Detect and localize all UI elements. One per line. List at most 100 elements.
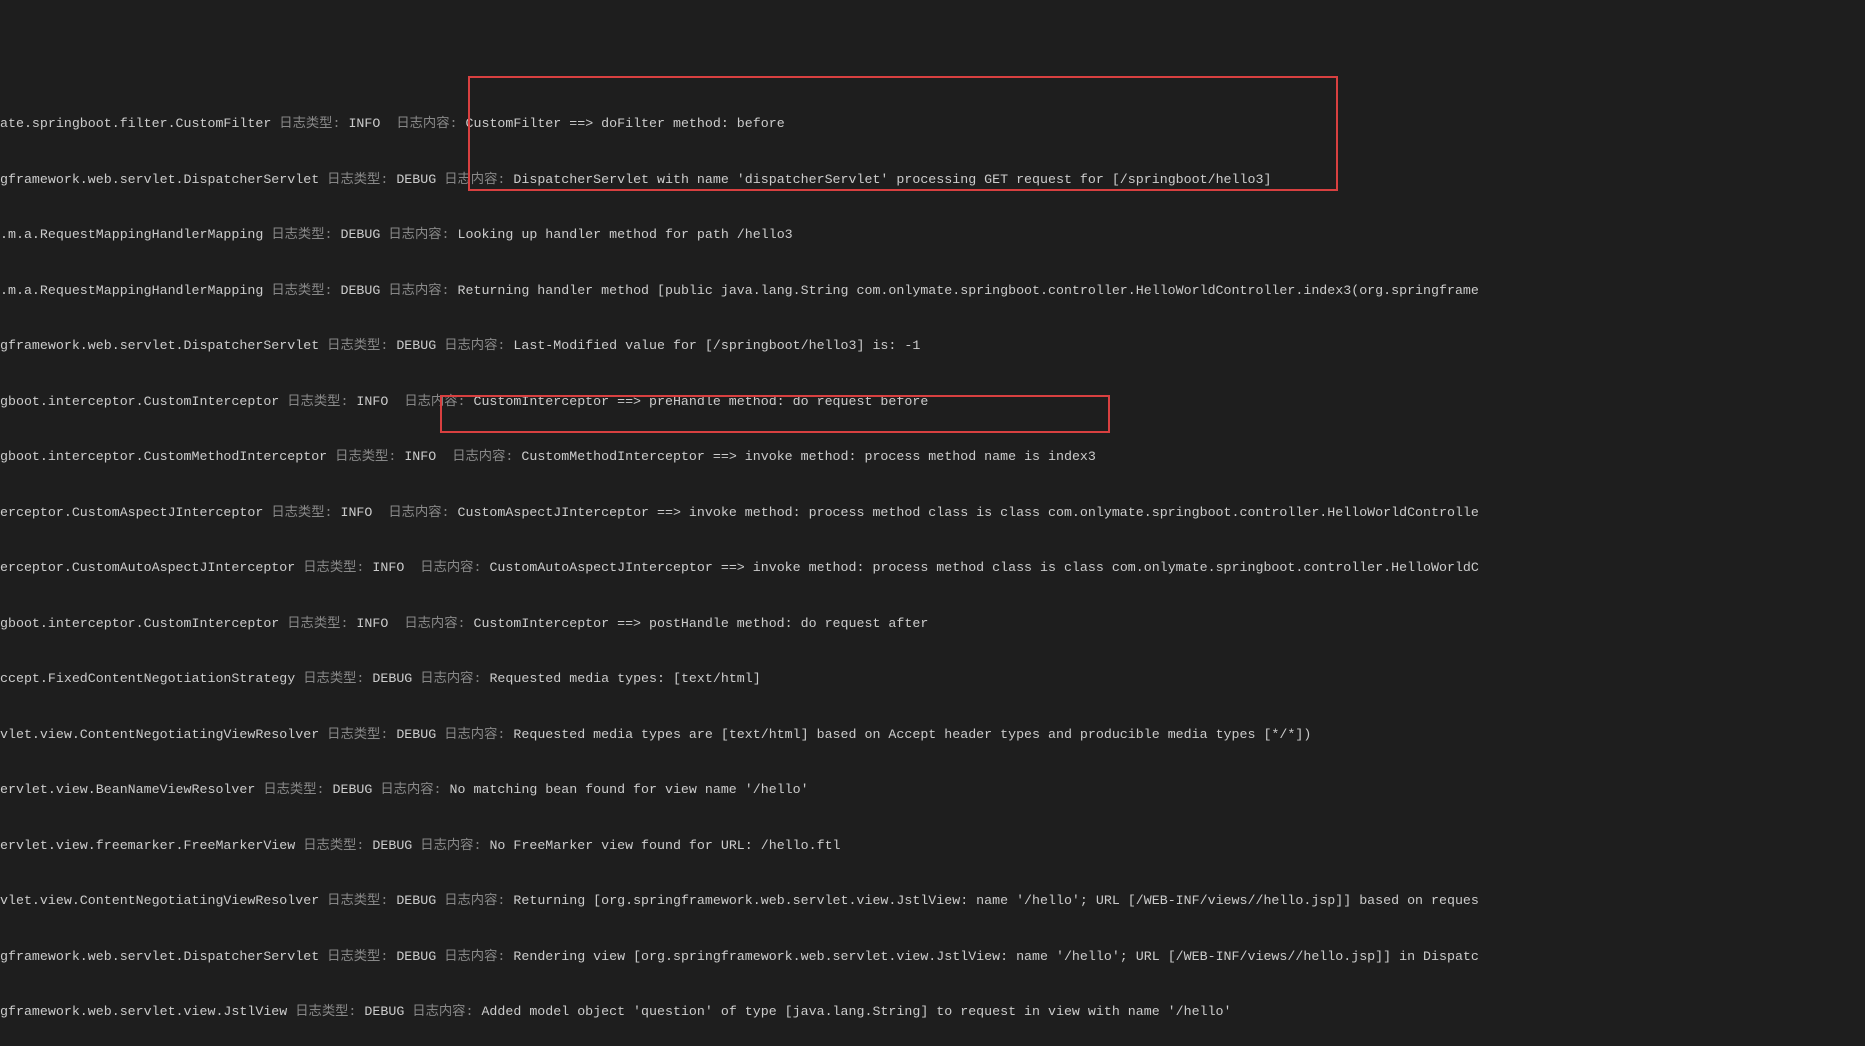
- log-content-label: 日志内容:: [420, 560, 481, 575]
- log-level: DEBUG: [332, 782, 372, 797]
- log-line: erceptor.CustomAspectJInterceptor 日志类型: …: [0, 504, 1865, 523]
- log-type-label: 日志类型:: [327, 727, 388, 742]
- log-line: gframework.web.servlet.view.JstlView 日志类…: [0, 1003, 1865, 1022]
- log-message: Last-Modified value for [/springboot/hel…: [513, 338, 920, 353]
- log-type-label: 日志类型:: [271, 283, 332, 298]
- log-line: gframework.web.servlet.DispatcherServlet…: [0, 171, 1865, 190]
- logger-name: ervlet.view.freemarker.FreeMarkerView: [0, 838, 295, 853]
- log-message: Returning handler method [public java.la…: [458, 283, 1479, 298]
- log-level: INFO: [404, 449, 444, 464]
- logger-name: gframework.web.servlet.view.JstlView: [0, 1004, 287, 1019]
- log-message: CustomMethodInterceptor ==> invoke metho…: [521, 449, 1096, 464]
- log-type-label: 日志类型:: [263, 782, 324, 797]
- log-type-label: 日志类型:: [327, 338, 388, 353]
- log-content-label: 日志内容:: [420, 838, 481, 853]
- log-line: gboot.interceptor.CustomMethodIntercepto…: [0, 448, 1865, 467]
- logger-name: ccept.FixedContentNegotiationStrategy: [0, 671, 295, 686]
- log-message: Requested media types are [text/html] ba…: [513, 727, 1311, 742]
- log-level: INFO: [356, 394, 396, 409]
- log-line: gframework.web.servlet.DispatcherServlet…: [0, 948, 1865, 967]
- log-level: DEBUG: [396, 338, 436, 353]
- log-message: DispatcherServlet with name 'dispatcherS…: [513, 172, 1271, 187]
- log-type-label: 日志类型:: [327, 949, 388, 964]
- log-level: DEBUG: [340, 283, 380, 298]
- log-message: Added model object 'question' of type [j…: [481, 1004, 1231, 1019]
- log-type-label: 日志类型:: [287, 616, 348, 631]
- log-level: DEBUG: [396, 172, 436, 187]
- logger-name: gframework.web.servlet.DispatcherServlet: [0, 172, 319, 187]
- log-content-label: 日志内容:: [388, 505, 449, 520]
- log-message: Rendering view [org.springframework.web.…: [513, 949, 1479, 964]
- log-type-label: 日志类型:: [303, 671, 364, 686]
- log-type-label: 日志类型:: [271, 505, 332, 520]
- log-type-label: 日志类型:: [327, 172, 388, 187]
- log-line: ate.springboot.filter.CustomFilter 日志类型:…: [0, 115, 1865, 134]
- logger-name: gframework.web.servlet.DispatcherServlet: [0, 949, 319, 964]
- log-content-label: 日志内容:: [380, 782, 441, 797]
- log-message: CustomFilter ==> doFilter method: before: [466, 116, 785, 131]
- log-line: erceptor.CustomAutoAspectJInterceptor 日志…: [0, 559, 1865, 578]
- log-content-label: 日志内容:: [396, 116, 457, 131]
- log-line: vlet.view.ContentNegotiatingViewResolver…: [0, 892, 1865, 911]
- log-content-label: 日志内容:: [412, 1004, 473, 1019]
- log-content-label: 日志内容:: [444, 338, 505, 353]
- log-content-label: 日志内容:: [452, 449, 513, 464]
- log-type-label: 日志类型:: [335, 449, 396, 464]
- logger-name: ervlet.view.BeanNameViewResolver: [0, 782, 255, 797]
- log-type-label: 日志类型:: [287, 394, 348, 409]
- log-type-label: 日志类型:: [303, 838, 364, 853]
- log-content-label: 日志内容:: [420, 671, 481, 686]
- log-level: INFO: [356, 616, 396, 631]
- log-content-label: 日志内容:: [444, 172, 505, 187]
- log-line: ervlet.view.freemarker.FreeMarkerView 日志…: [0, 837, 1865, 856]
- logger-name: erceptor.CustomAutoAspectJInterceptor: [0, 560, 295, 575]
- log-content-label: 日志内容:: [388, 283, 449, 298]
- log-type-label: 日志类型:: [295, 1004, 356, 1019]
- logger-name: vlet.view.ContentNegotiatingViewResolver: [0, 893, 319, 908]
- log-message: CustomAspectJInterceptor ==> invoke meth…: [458, 505, 1479, 520]
- log-level: INFO: [348, 116, 388, 131]
- log-level: DEBUG: [340, 227, 380, 242]
- log-type-label: 日志类型:: [279, 116, 340, 131]
- log-content-label: 日志内容:: [404, 394, 465, 409]
- log-message: No FreeMarker view found for URL: /hello…: [489, 838, 840, 853]
- logger-name: gboot.interceptor.CustomMethodIntercepto…: [0, 449, 327, 464]
- log-message: Returning [org.springframework.web.servl…: [513, 893, 1479, 908]
- log-line: gframework.web.servlet.DispatcherServlet…: [0, 337, 1865, 356]
- log-message: Looking up handler method for path /hell…: [458, 227, 793, 242]
- log-message: CustomInterceptor ==> postHandle method:…: [473, 616, 928, 631]
- log-line: ccept.FixedContentNegotiationStrategy 日志…: [0, 670, 1865, 689]
- logger-name: erceptor.CustomAspectJInterceptor: [0, 505, 263, 520]
- log-level: INFO: [340, 505, 380, 520]
- logger-name: .m.a.RequestMappingHandlerMapping: [0, 227, 263, 242]
- log-type-label: 日志类型:: [303, 560, 364, 575]
- logger-name: gframework.web.servlet.DispatcherServlet: [0, 338, 319, 353]
- log-level: DEBUG: [364, 1004, 404, 1019]
- log-content-label: 日志内容:: [388, 227, 449, 242]
- log-level: DEBUG: [372, 838, 412, 853]
- log-line: .m.a.RequestMappingHandlerMapping 日志类型: …: [0, 226, 1865, 245]
- log-level: DEBUG: [372, 671, 412, 686]
- log-level: DEBUG: [396, 949, 436, 964]
- log-type-label: 日志类型:: [327, 893, 388, 908]
- log-line: vlet.view.ContentNegotiatingViewResolver…: [0, 726, 1865, 745]
- log-message: No matching bean found for view name '/h…: [450, 782, 809, 797]
- log-line: ervlet.view.BeanNameViewResolver 日志类型: D…: [0, 781, 1865, 800]
- log-level: DEBUG: [396, 727, 436, 742]
- logger-name: gboot.interceptor.CustomInterceptor: [0, 394, 279, 409]
- logger-name: ate.springboot.filter.CustomFilter: [0, 116, 271, 131]
- log-line: gboot.interceptor.CustomInterceptor 日志类型…: [0, 615, 1865, 634]
- log-message: CustomInterceptor ==> preHandle method: …: [473, 394, 928, 409]
- log-line: .m.a.RequestMappingHandlerMapping 日志类型: …: [0, 282, 1865, 301]
- log-message: CustomAutoAspectJInterceptor ==> invoke …: [489, 560, 1478, 575]
- log-level: DEBUG: [396, 893, 436, 908]
- logger-name: .m.a.RequestMappingHandlerMapping: [0, 283, 263, 298]
- logger-name: gboot.interceptor.CustomInterceptor: [0, 616, 279, 631]
- log-content-label: 日志内容:: [444, 727, 505, 742]
- log-level: INFO: [372, 560, 412, 575]
- log-line: gboot.interceptor.CustomInterceptor 日志类型…: [0, 393, 1865, 412]
- log-type-label: 日志类型:: [271, 227, 332, 242]
- log-message: Requested media types: [text/html]: [489, 671, 760, 686]
- logger-name: vlet.view.ContentNegotiatingViewResolver: [0, 727, 319, 742]
- log-content-label: 日志内容:: [444, 893, 505, 908]
